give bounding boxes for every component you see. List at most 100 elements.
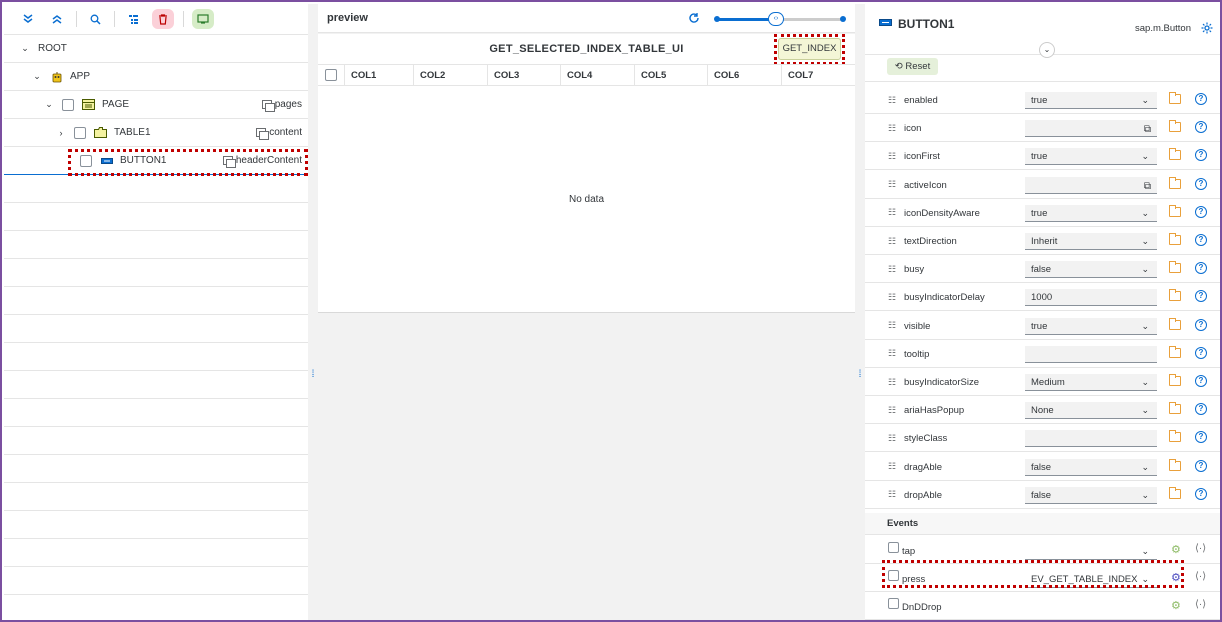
- tree-list-icon[interactable]: [123, 9, 143, 29]
- chevron-down-icon[interactable]: ⌄: [1141, 148, 1149, 165]
- property-value-field[interactable]: 1000: [1025, 289, 1157, 307]
- column-header[interactable]: COL4: [561, 65, 635, 85]
- folder-icon[interactable]: [1169, 92, 1181, 104]
- column-header[interactable]: COL5: [635, 65, 708, 85]
- folder-icon[interactable]: [1169, 430, 1181, 443]
- zoom-slider[interactable]: ‹›: [714, 12, 846, 26]
- event-handler-select[interactable]: ⌄: [1025, 543, 1157, 560]
- help-icon[interactable]: ?: [1195, 403, 1207, 416]
- tree-node-table[interactable]: › TABLE1 content: [4, 119, 308, 147]
- chevron-down-icon[interactable]: ⌄: [1141, 318, 1149, 335]
- help-icon[interactable]: ?: [1195, 459, 1207, 472]
- event-checkbox[interactable]: [888, 542, 899, 553]
- help-icon[interactable]: ?: [1195, 121, 1207, 134]
- column-header[interactable]: COL2: [414, 65, 488, 85]
- folder-icon[interactable]: [1169, 204, 1181, 217]
- property-value-field[interactable]: [1025, 430, 1157, 448]
- value-help-icon[interactable]: ⧉: [1144, 121, 1151, 138]
- chevron-down-icon[interactable]: ⌄: [1141, 261, 1149, 278]
- slider-handle[interactable]: ‹›: [768, 12, 784, 26]
- chevron-down-icon[interactable]: ⌄: [44, 99, 54, 110]
- refresh-icon[interactable]: [688, 12, 700, 27]
- chevron-down-icon[interactable]: ⌄: [1141, 487, 1149, 504]
- gear-icon[interactable]: ⚙: [1171, 599, 1181, 612]
- reset-button[interactable]: ⟲ Reset: [887, 58, 938, 75]
- help-icon[interactable]: ?: [1195, 93, 1207, 105]
- property-value-field[interactable]: Inherit ⌄: [1025, 233, 1157, 250]
- help-icon[interactable]: ?: [1195, 318, 1207, 331]
- tree-node-checkbox[interactable]: [74, 126, 86, 139]
- screen-icon[interactable]: [192, 9, 214, 29]
- property-value-field[interactable]: [1025, 345, 1157, 363]
- column-header[interactable]: COL1: [345, 65, 414, 85]
- chevron-right-icon[interactable]: ›: [56, 128, 66, 138]
- folder-icon[interactable]: [1169, 176, 1181, 189]
- folder-icon[interactable]: [1169, 317, 1181, 330]
- folder-icon[interactable]: [1169, 233, 1181, 245]
- help-icon[interactable]: ?: [1195, 346, 1207, 359]
- folder-icon[interactable]: [1169, 486, 1181, 499]
- property-value-field[interactable]: ⧉: [1025, 120, 1157, 138]
- folder-icon[interactable]: [1169, 289, 1181, 302]
- property-value-field[interactable]: true ⌄: [1025, 317, 1157, 335]
- link-icon[interactable]: ⟨·⟩: [1195, 571, 1206, 582]
- help-icon[interactable]: ?: [1195, 487, 1207, 500]
- splitter-right[interactable]: ⁞: [855, 4, 865, 620]
- help-icon[interactable]: ?: [1195, 262, 1207, 275]
- grip-icon[interactable]: ⁞: [857, 370, 863, 384]
- tree-node-checkbox[interactable]: [62, 98, 74, 111]
- folder-icon[interactable]: [1169, 261, 1181, 274]
- folder-icon[interactable]: [1169, 120, 1181, 133]
- property-value-field[interactable]: Medium ⌄: [1025, 374, 1157, 391]
- value-help-icon[interactable]: ⧉: [1144, 178, 1151, 195]
- property-value-field[interactable]: ⧉: [1025, 176, 1157, 195]
- folder-icon[interactable]: [1169, 402, 1181, 415]
- chevron-down-icon[interactable]: ⌄: [1141, 402, 1149, 419]
- search-icon[interactable]: [85, 9, 105, 29]
- splitter-left[interactable]: ⁞: [308, 4, 318, 620]
- column-header[interactable]: COL6: [708, 65, 782, 85]
- folder-icon[interactable]: [1169, 148, 1181, 161]
- folder-icon[interactable]: [1169, 345, 1181, 358]
- help-icon[interactable]: ?: [1195, 177, 1207, 190]
- chevron-down-icon[interactable]: ⌄: [1141, 233, 1149, 250]
- help-icon[interactable]: ?: [1195, 375, 1207, 387]
- settings-icon[interactable]: [1201, 22, 1213, 37]
- chevron-down-icon[interactable]: ⌄: [1039, 42, 1055, 58]
- help-icon[interactable]: ?: [1195, 149, 1207, 162]
- help-icon[interactable]: ?: [1195, 234, 1207, 246]
- chevron-down-icon[interactable]: ⌄: [1141, 92, 1149, 109]
- help-icon[interactable]: ?: [1195, 205, 1207, 218]
- help-icon[interactable]: ?: [1195, 431, 1207, 444]
- property-value-field[interactable]: None ⌄: [1025, 402, 1157, 420]
- chevron-down-icon[interactable]: ⌄: [20, 43, 30, 54]
- help-icon[interactable]: ?: [1195, 290, 1207, 303]
- link-icon[interactable]: ⟨·⟩: [1195, 543, 1206, 554]
- grip-icon[interactable]: ⁞: [310, 370, 316, 384]
- property-value-field[interactable]: false ⌄: [1025, 261, 1157, 279]
- tree-node-app[interactable]: ⌄ APP: [4, 63, 308, 91]
- chevron-down-icon[interactable]: ⌄: [1141, 205, 1149, 222]
- folder-icon[interactable]: [1169, 458, 1181, 471]
- property-value-field[interactable]: true ⌄: [1025, 92, 1157, 109]
- trash-icon[interactable]: [152, 9, 174, 29]
- property-value-field[interactable]: false ⌄: [1025, 458, 1157, 476]
- select-all-checkbox[interactable]: [325, 69, 337, 81]
- tree-node-page[interactable]: ⌄ PAGE pages: [4, 91, 308, 119]
- column-header[interactable]: COL7: [782, 65, 855, 85]
- chevron-down-icon[interactable]: ⌄: [1141, 374, 1149, 391]
- property-value-field[interactable]: true ⌄: [1025, 148, 1157, 166]
- link-icon[interactable]: ⟨·⟩: [1195, 599, 1206, 610]
- chevron-down-icon[interactable]: ⌄: [1141, 459, 1149, 476]
- property-value-field[interactable]: true ⌄: [1025, 204, 1157, 222]
- column-header[interactable]: COL3: [488, 65, 561, 85]
- chevron-down-icon[interactable]: ⌄: [32, 71, 42, 82]
- chevrons-down-icon[interactable]: [18, 9, 38, 29]
- gear-icon[interactable]: ⚙: [1171, 543, 1181, 556]
- folder-icon[interactable]: [1169, 374, 1181, 386]
- chevrons-up-icon[interactable]: [47, 9, 67, 29]
- tree-node-root[interactable]: ⌄ ROOT: [4, 35, 308, 63]
- event-checkbox[interactable]: [888, 598, 899, 609]
- property-value-field[interactable]: false ⌄: [1025, 486, 1157, 504]
- chevron-down-icon[interactable]: ⌄: [1141, 543, 1149, 560]
